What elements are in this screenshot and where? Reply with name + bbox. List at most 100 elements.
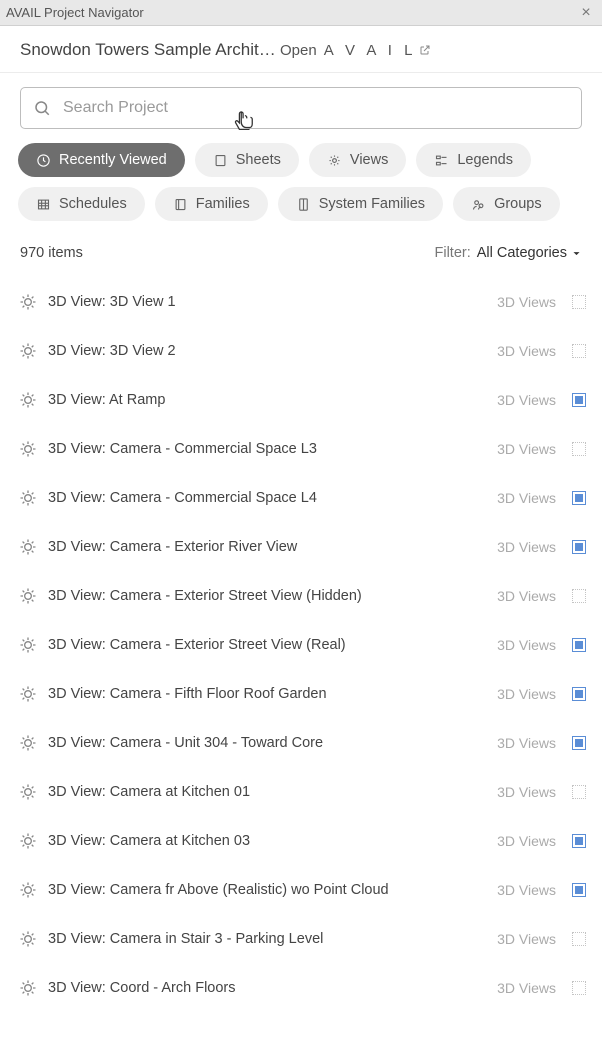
item-category: 3D Views <box>497 294 556 310</box>
chevron-down-icon <box>571 248 582 259</box>
item-name: 3D View: Camera - Fifth Floor Roof Garde… <box>48 686 487 702</box>
item-name: 3D View: Camera at Kitchen 01 <box>48 784 487 800</box>
meta-row: 970 items Filter: All Categories <box>0 227 602 269</box>
results-list: 3D View: 3D View 13D Views3D View: 3D Vi… <box>0 269 602 1012</box>
search-container <box>0 73 602 129</box>
list-item[interactable]: 3D View: Camera - Exterior Street View (… <box>18 571 586 620</box>
search-input[interactable] <box>63 99 569 117</box>
status-indicator[interactable] <box>572 393 586 407</box>
item-name: 3D View: Camera at Kitchen 03 <box>48 833 487 849</box>
list-item[interactable]: 3D View: At Ramp 3D Views <box>18 375 586 424</box>
filter-label: Filter: <box>434 245 470 261</box>
chip-label: Views <box>350 152 388 168</box>
status-indicator[interactable] <box>572 736 586 750</box>
open-avail-link[interactable]: Open A V A I L <box>280 42 431 59</box>
chip-views[interactable]: Views <box>309 143 406 177</box>
item-name: 3D View: Coord - Arch Floors <box>48 980 487 996</box>
list-item[interactable]: 3D View: Camera - Commercial Space L3 3D … <box>18 424 586 473</box>
chip-label: System Families <box>319 196 425 212</box>
chip-recently-viewed[interactable]: Recently Viewed <box>18 143 185 177</box>
view-icon <box>18 390 38 410</box>
view-icon <box>18 439 38 459</box>
list-item[interactable]: 3D View: Camera in Stair 3 - Parking Lev… <box>18 914 586 963</box>
list-item[interactable]: 3D View: Coord - Arch Floors3D Views <box>18 963 586 1012</box>
list-item[interactable]: 3D View: Camera - Exterior Street View (… <box>18 620 586 669</box>
chip-label: Families <box>196 196 250 212</box>
chip-schedules[interactable]: Schedules <box>18 187 145 221</box>
search-box[interactable] <box>20 87 582 129</box>
status-indicator[interactable] <box>572 540 586 554</box>
view-icon <box>18 635 38 655</box>
list-item[interactable]: 3D View: Camera at Kitchen 03 3D Views <box>18 816 586 865</box>
item-name: 3D View: Camera - Commercial Space L4 <box>48 490 487 506</box>
status-indicator[interactable] <box>572 932 586 946</box>
view-icon <box>18 488 38 508</box>
item-name: 3D View: Camera - Unit 304 - Toward Core <box>48 735 487 751</box>
chip-label: Groups <box>494 196 542 212</box>
item-name: 3D View: Camera in Stair 3 - Parking Lev… <box>48 931 487 947</box>
view-icon <box>18 880 38 900</box>
list-item[interactable]: 3D View: Camera - Exterior River View 3D … <box>18 522 586 571</box>
chip-label: Legends <box>457 152 513 168</box>
search-icon <box>33 99 51 117</box>
chip-legends[interactable]: Legends <box>416 143 531 177</box>
chip-sheets[interactable]: Sheets <box>195 143 299 177</box>
chip-label: Sheets <box>236 152 281 168</box>
item-category: 3D Views <box>497 441 556 457</box>
status-indicator[interactable] <box>572 491 586 505</box>
item-count: 970 items <box>20 245 434 261</box>
list-item[interactable]: 3D View: Camera - Commercial Space L4 3D … <box>18 473 586 522</box>
status-indicator[interactable] <box>572 687 586 701</box>
item-category: 3D Views <box>497 637 556 653</box>
item-category: 3D Views <box>497 882 556 898</box>
item-name: 3D View: Camera - Exterior River View <box>48 539 487 555</box>
chip-families[interactable]: Families <box>155 187 268 221</box>
item-category: 3D Views <box>497 833 556 849</box>
item-name: 3D View: Camera fr Above (Realistic) wo … <box>48 882 487 898</box>
status-indicator[interactable] <box>572 638 586 652</box>
list-item[interactable]: 3D View: Camera - Fifth Floor Roof Garde… <box>18 669 586 718</box>
status-indicator[interactable] <box>572 295 586 309</box>
view-icon <box>18 537 38 557</box>
item-category: 3D Views <box>497 735 556 751</box>
view-icon <box>18 684 38 704</box>
status-indicator[interactable] <box>572 785 586 799</box>
view-icon <box>18 831 38 851</box>
open-label: Open <box>280 42 317 59</box>
item-name: 3D View: At Ramp <box>48 392 487 408</box>
avail-brand: A V A I L <box>324 42 417 59</box>
item-category: 3D Views <box>497 686 556 702</box>
item-category: 3D Views <box>497 784 556 800</box>
filter-dropdown[interactable]: All Categories <box>477 245 582 261</box>
chip-label: Recently Viewed <box>59 152 167 168</box>
list-item[interactable]: 3D View: Camera - Unit 304 - Toward Core… <box>18 718 586 767</box>
list-item[interactable]: 3D View: 3D View 23D Views <box>18 326 586 375</box>
item-name: 3D View: Camera - Exterior Street View (… <box>48 637 487 653</box>
list-item[interactable]: 3D View: 3D View 13D Views <box>18 277 586 326</box>
chip-system-families[interactable]: System Families <box>278 187 443 221</box>
status-indicator[interactable] <box>572 883 586 897</box>
item-category: 3D Views <box>497 490 556 506</box>
item-name: 3D View: Camera - Exterior Street View (… <box>48 588 487 604</box>
list-item[interactable]: 3D View: Camera fr Above (Realistic) wo … <box>18 865 586 914</box>
header: Snowdon Towers Sample Architectu… Open A… <box>0 26 602 73</box>
item-category: 3D Views <box>497 539 556 555</box>
view-icon <box>18 341 38 361</box>
window-title: AVAIL Project Navigator <box>6 5 576 20</box>
item-category: 3D Views <box>497 392 556 408</box>
status-indicator[interactable] <box>572 442 586 456</box>
project-name[interactable]: Snowdon Towers Sample Architectu… <box>20 40 280 60</box>
item-name: 3D View: Camera - Commercial Space L3 <box>48 441 487 457</box>
view-icon <box>18 929 38 949</box>
list-item[interactable]: 3D View: Camera at Kitchen 01 3D Views <box>18 767 586 816</box>
chip-groups[interactable]: Groups <box>453 187 560 221</box>
filter-chips: Recently Viewed Sheets Views Legends Schedul… <box>0 129 602 227</box>
status-indicator[interactable] <box>572 981 586 995</box>
status-indicator[interactable] <box>572 344 586 358</box>
status-indicator[interactable] <box>572 589 586 603</box>
view-icon <box>18 978 38 998</box>
close-icon[interactable]: × <box>576 4 596 22</box>
external-link-icon <box>419 44 431 56</box>
item-name: 3D View: 3D View 2 <box>48 343 487 359</box>
status-indicator[interactable] <box>572 834 586 848</box>
